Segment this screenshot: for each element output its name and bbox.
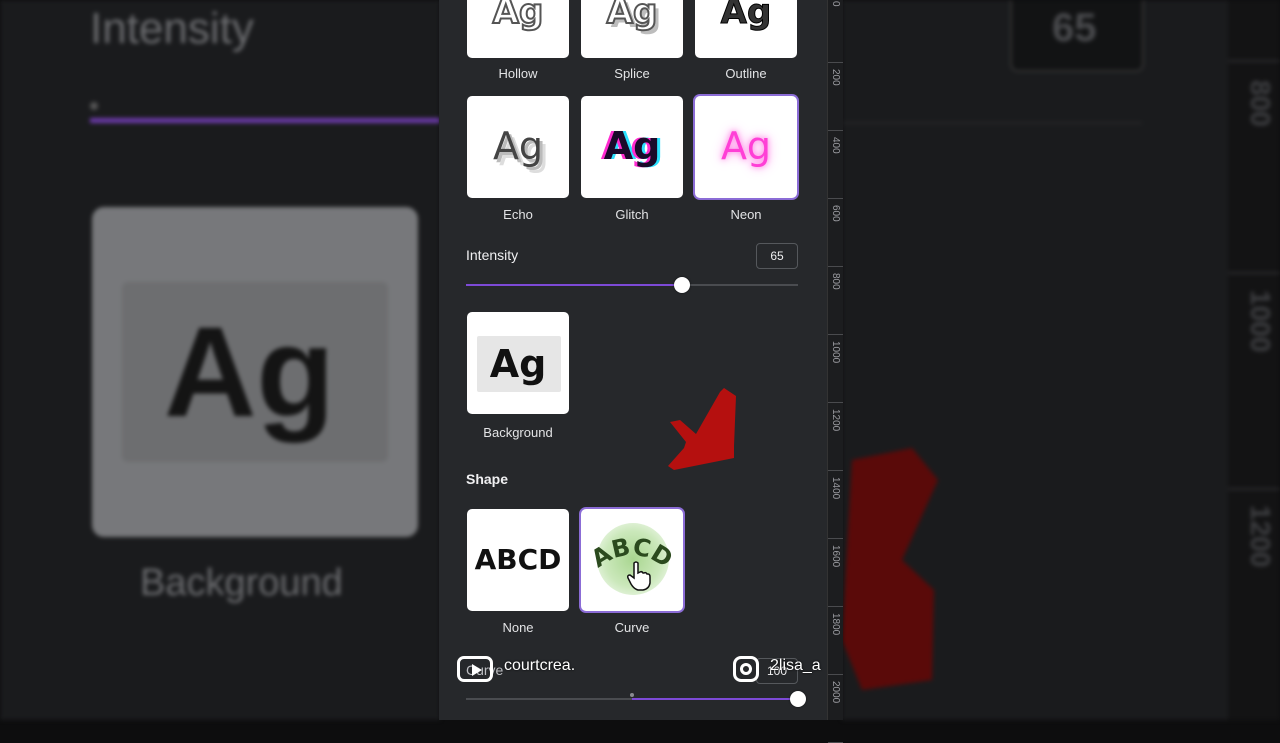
bg-intensity-title: Intensity — [90, 4, 254, 53]
ruler-tick — [828, 266, 843, 267]
effect-label-hollow: Hollow — [498, 66, 538, 81]
ruler-tick — [828, 334, 843, 335]
none-sample: ABCD — [474, 543, 562, 576]
ruler-label: 1400 — [830, 477, 841, 500]
bg-arrow-shape — [842, 448, 938, 690]
effect-tile-neon[interactable]: Ag — [695, 96, 797, 198]
youtube-handle: courtcrea. — [504, 657, 576, 674]
shape-tile-none[interactable]: ABCD — [467, 509, 569, 611]
red-arrow-icon — [668, 388, 736, 470]
intensity-slider-fill — [466, 284, 682, 286]
shape-heading: Shape — [466, 471, 509, 487]
hollow-sample: Ag — [492, 0, 545, 33]
bg-ruler-tick — [1228, 272, 1280, 274]
curve-slider-handle[interactable] — [790, 691, 806, 707]
ruler-tick — [828, 62, 843, 63]
instagram-icon — [733, 656, 759, 682]
intensity-slider[interactable] — [466, 277, 798, 293]
effect-label-outline: Outline — [725, 66, 767, 81]
bg-slider-start — [90, 102, 98, 110]
background-sample: Ag — [489, 342, 547, 386]
effect-tile-outline[interactable]: Ag — [695, 0, 797, 58]
ruler-label: 1000 — [830, 341, 841, 364]
outline-sample: Ag — [720, 0, 772, 33]
bg-ruler-label: 1200 — [1245, 505, 1276, 568]
bg-background-card: Ag — [92, 207, 418, 537]
bg-ruler-tick — [1228, 488, 1280, 490]
ruler-label: 0 — [830, 1, 841, 7]
neon-sample: Ag — [720, 124, 772, 168]
effect-tile-splice[interactable]: Ag — [581, 0, 683, 58]
vertical-ruler: 0 200 400 600 800 1000 1200 1400 1600 1800 2000 — [827, 0, 843, 743]
bg-card-label: Background — [140, 562, 343, 604]
curve-sample: ABCD — [586, 533, 677, 574]
bg-ruler-label: 1000 — [1245, 290, 1276, 353]
ruler-tick — [828, 470, 843, 471]
intensity-value-input[interactable]: 65 — [756, 243, 798, 269]
youtube-icon — [457, 656, 493, 682]
ruler-tick — [828, 538, 843, 539]
ruler-label: 800 — [830, 273, 841, 290]
bg-value: 65 — [1052, 6, 1097, 50]
echo-sample: Ag — [492, 124, 544, 168]
ruler-tick — [828, 402, 843, 403]
effect-label-neon: Neon — [730, 207, 762, 222]
bg-card-sample: Ag — [164, 301, 335, 444]
bg-ruler-label: 800 — [1245, 80, 1276, 127]
curve-slider-fill — [632, 698, 798, 700]
effect-label-echo: Echo — [503, 207, 533, 222]
curve-slider[interactable] — [466, 691, 806, 707]
ruler-label: 1200 — [830, 409, 841, 432]
intensity-slider-handle[interactable] — [673, 277, 690, 293]
shape-label-curve: Curve — [614, 620, 650, 635]
ruler-label: 2000 — [830, 681, 841, 704]
curve-slider-center-mark — [630, 693, 634, 697]
ruler-tick — [828, 130, 843, 131]
instagram-handle: 2lisa_a — [770, 657, 821, 674]
text-effects-panel: Ag Hollow Ag Splice Ag Outline Ag Echo A… — [439, 0, 827, 720]
ruler-label: 1800 — [830, 613, 841, 636]
glitch-sample: Ag — [603, 124, 661, 168]
ruler-label: 200 — [830, 69, 841, 86]
ruler-label: 600 — [830, 205, 841, 222]
bg-slider-track — [90, 118, 440, 123]
effect-label-glitch: Glitch — [615, 207, 649, 222]
effect-label-background: Background — [483, 425, 553, 440]
effect-tile-background[interactable]: Ag — [467, 312, 569, 414]
bg-ruler-tick — [1228, 60, 1280, 62]
ruler-tick — [828, 674, 843, 675]
effect-tile-echo[interactable]: Ag — [467, 96, 569, 198]
shape-tile-curve[interactable]: ABCD — [581, 509, 683, 611]
splice-sample: Ag — [606, 0, 659, 33]
effect-label-splice: Splice — [614, 66, 650, 81]
ruler-label: 400 — [830, 137, 841, 154]
effect-tile-glitch[interactable]: Ag — [581, 96, 683, 198]
bg-divider — [842, 122, 1142, 124]
ruler-tick — [828, 606, 843, 607]
intensity-label: Intensity — [466, 247, 519, 263]
hand-cursor-icon — [627, 561, 651, 591]
shape-label-none: None — [502, 620, 534, 635]
ruler-label: 1600 — [830, 545, 841, 568]
ruler-tick — [828, 198, 843, 199]
effect-tile-hollow[interactable]: Ag — [467, 0, 569, 58]
